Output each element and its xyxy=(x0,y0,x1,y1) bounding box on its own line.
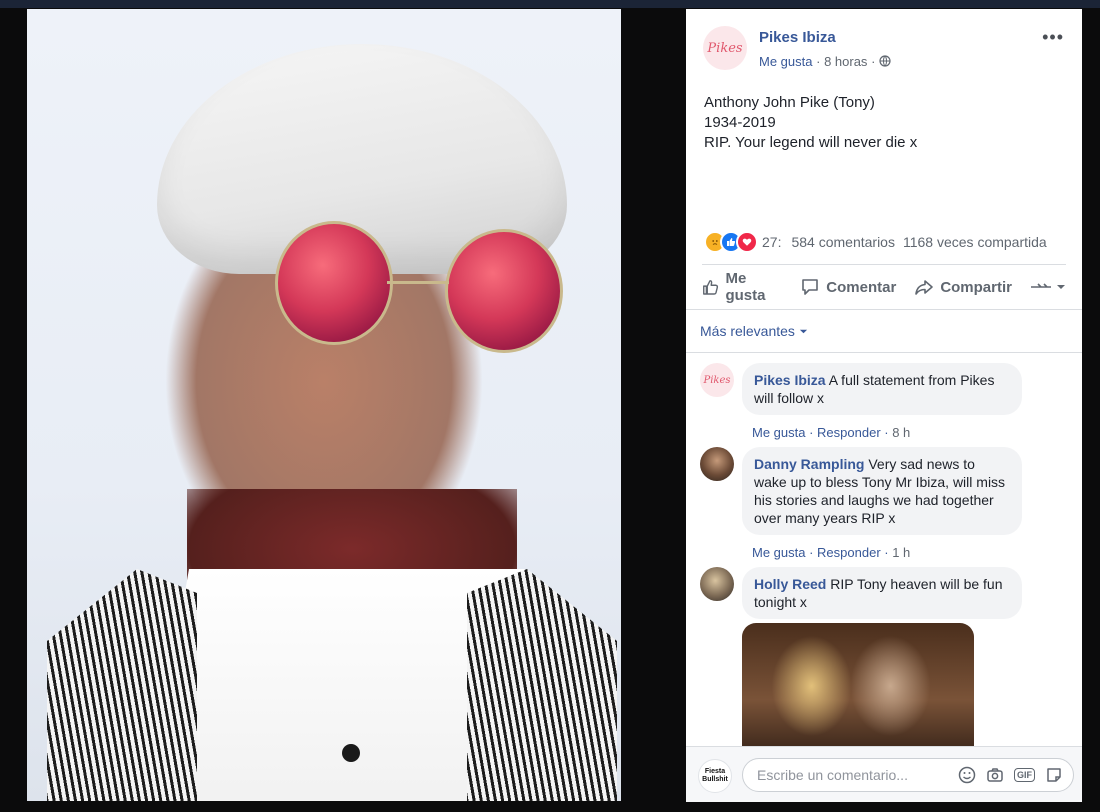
share-icon xyxy=(915,280,934,295)
comment-input-wrapper: GIF xyxy=(742,758,1074,792)
composer-icons: GIF xyxy=(958,766,1063,784)
divider xyxy=(686,309,1082,310)
like-label: Me gusta xyxy=(725,270,766,304)
vest-right xyxy=(467,569,617,801)
comment-bubble: Danny Rampling Very sad news to wake up … xyxy=(742,447,1022,535)
like-button[interactable]: Me gusta xyxy=(702,270,782,304)
post-meta: Me gusta · 8 horas · xyxy=(759,54,891,69)
post-header: Pikes Pikes Ibiza Me gusta · 8 horas · •… xyxy=(686,9,1082,89)
vest-left xyxy=(47,569,197,801)
commenter-avatar[interactable] xyxy=(700,447,734,481)
comment-label: Comentar xyxy=(826,278,897,296)
comment-reply-link[interactable]: Responder xyxy=(817,425,881,440)
reaction-icons[interactable] xyxy=(704,231,758,253)
action-bar: Me gusta Comentar Compartir xyxy=(702,267,1066,307)
comment-item: Pikes Pikes Ibiza A full statement from … xyxy=(700,363,1060,440)
comment-input[interactable] xyxy=(755,766,958,784)
sticker-icon[interactable] xyxy=(1045,766,1063,784)
comment-bubble: Holly Reed RIP Tony heaven will be fun t… xyxy=(742,567,1022,619)
comment-item: Holly Reed RIP Tony heaven will be fun t… xyxy=(700,567,1060,747)
commenter-avatar[interactable] xyxy=(700,567,734,601)
emoji-icon[interactable] xyxy=(958,766,976,784)
comment-reply-link[interactable]: Responder xyxy=(817,545,881,560)
comment-time[interactable]: 1 h xyxy=(892,545,910,560)
commenter-name[interactable]: Pikes Ibiza xyxy=(754,372,826,388)
comment-sort-dropdown[interactable]: Más relevantes xyxy=(700,323,808,339)
audience-selector[interactable] xyxy=(1030,282,1066,292)
comment-meta: Me gusta · Responder · 8 h xyxy=(752,425,911,440)
meta-like-link[interactable]: Me gusta xyxy=(759,54,812,69)
post-panel: Pikes Pikes Ibiza Me gusta · 8 horas · •… xyxy=(686,9,1082,802)
engagement-stats: 27: 584 comentarios 1168 veces compartid… xyxy=(704,231,1064,253)
current-user-avatar[interactable]: Fiesta Bullshit xyxy=(698,759,732,793)
post-line: Anthony John Pike (Tony) xyxy=(704,94,875,111)
comment-button[interactable]: Comentar xyxy=(800,277,896,297)
post-photo[interactable] xyxy=(27,9,621,801)
page-name[interactable]: Pikes Ibiza xyxy=(759,29,836,46)
post-time[interactable]: 8 horas xyxy=(824,54,867,69)
globe-icon xyxy=(879,55,891,67)
current-user-avatar-text: Fiesta Bullshit xyxy=(702,768,728,783)
reaction-count[interactable]: 27: xyxy=(762,234,781,250)
comment-sort-label: Más relevantes xyxy=(700,323,795,339)
divider xyxy=(702,264,1066,265)
comment-composer: Fiesta Bullshit GIF xyxy=(686,746,1082,802)
more-options-icon[interactable]: ••• xyxy=(1042,27,1064,48)
camera-icon[interactable] xyxy=(986,766,1004,784)
comment-bubble: Pikes Ibiza A full statement from Pikes … xyxy=(742,363,1022,415)
post-line: RIP. Your legend will never die x xyxy=(704,134,918,151)
glasses-bridge xyxy=(387,281,449,284)
caret-down-icon xyxy=(1057,285,1065,289)
right-sunglass-lens xyxy=(445,229,563,353)
page-logo: Pikes xyxy=(703,374,731,386)
gif-icon[interactable]: GIF xyxy=(1014,768,1035,782)
comment-time[interactable]: 8 h xyxy=(892,425,910,440)
commenter-avatar[interactable]: Pikes xyxy=(700,363,734,397)
page-avatar[interactable]: Pikes xyxy=(703,26,747,70)
left-sunglass-lens xyxy=(275,221,393,345)
comments-list[interactable]: Pikes Pikes Ibiza A full statement from … xyxy=(686,352,1082,747)
browser-top-bar xyxy=(0,0,1100,8)
comment-meta: Me gusta · Responder · 1 h xyxy=(752,545,911,560)
love-reaction-icon xyxy=(736,231,758,253)
page-logo: Pikes xyxy=(707,40,743,56)
share-label: Compartir xyxy=(940,278,1012,296)
post-line: 1934-2019 xyxy=(704,114,776,131)
comment-photo[interactable] xyxy=(742,623,974,747)
post-text: Anthony John Pike (Tony) 1934-2019 RIP. … xyxy=(704,93,1064,153)
page-avatar-mini-icon xyxy=(1031,283,1051,288)
caret-down-icon xyxy=(799,329,808,333)
comments-count[interactable]: 584 comentarios xyxy=(791,234,895,250)
comment-icon xyxy=(802,279,819,295)
comment-like-link[interactable]: Me gusta xyxy=(752,545,805,560)
comment-like-link[interactable]: Me gusta xyxy=(752,425,805,440)
thumbs-up-icon xyxy=(703,280,719,295)
shirt-button xyxy=(342,744,360,762)
commenter-name[interactable]: Danny Rampling xyxy=(754,456,864,472)
share-button[interactable]: Compartir xyxy=(914,277,1012,297)
commenter-name[interactable]: Holly Reed xyxy=(754,576,826,592)
shares-count[interactable]: 1168 veces compartida xyxy=(903,234,1047,250)
comment-item: Danny Rampling Very sad news to wake up … xyxy=(700,447,1060,560)
